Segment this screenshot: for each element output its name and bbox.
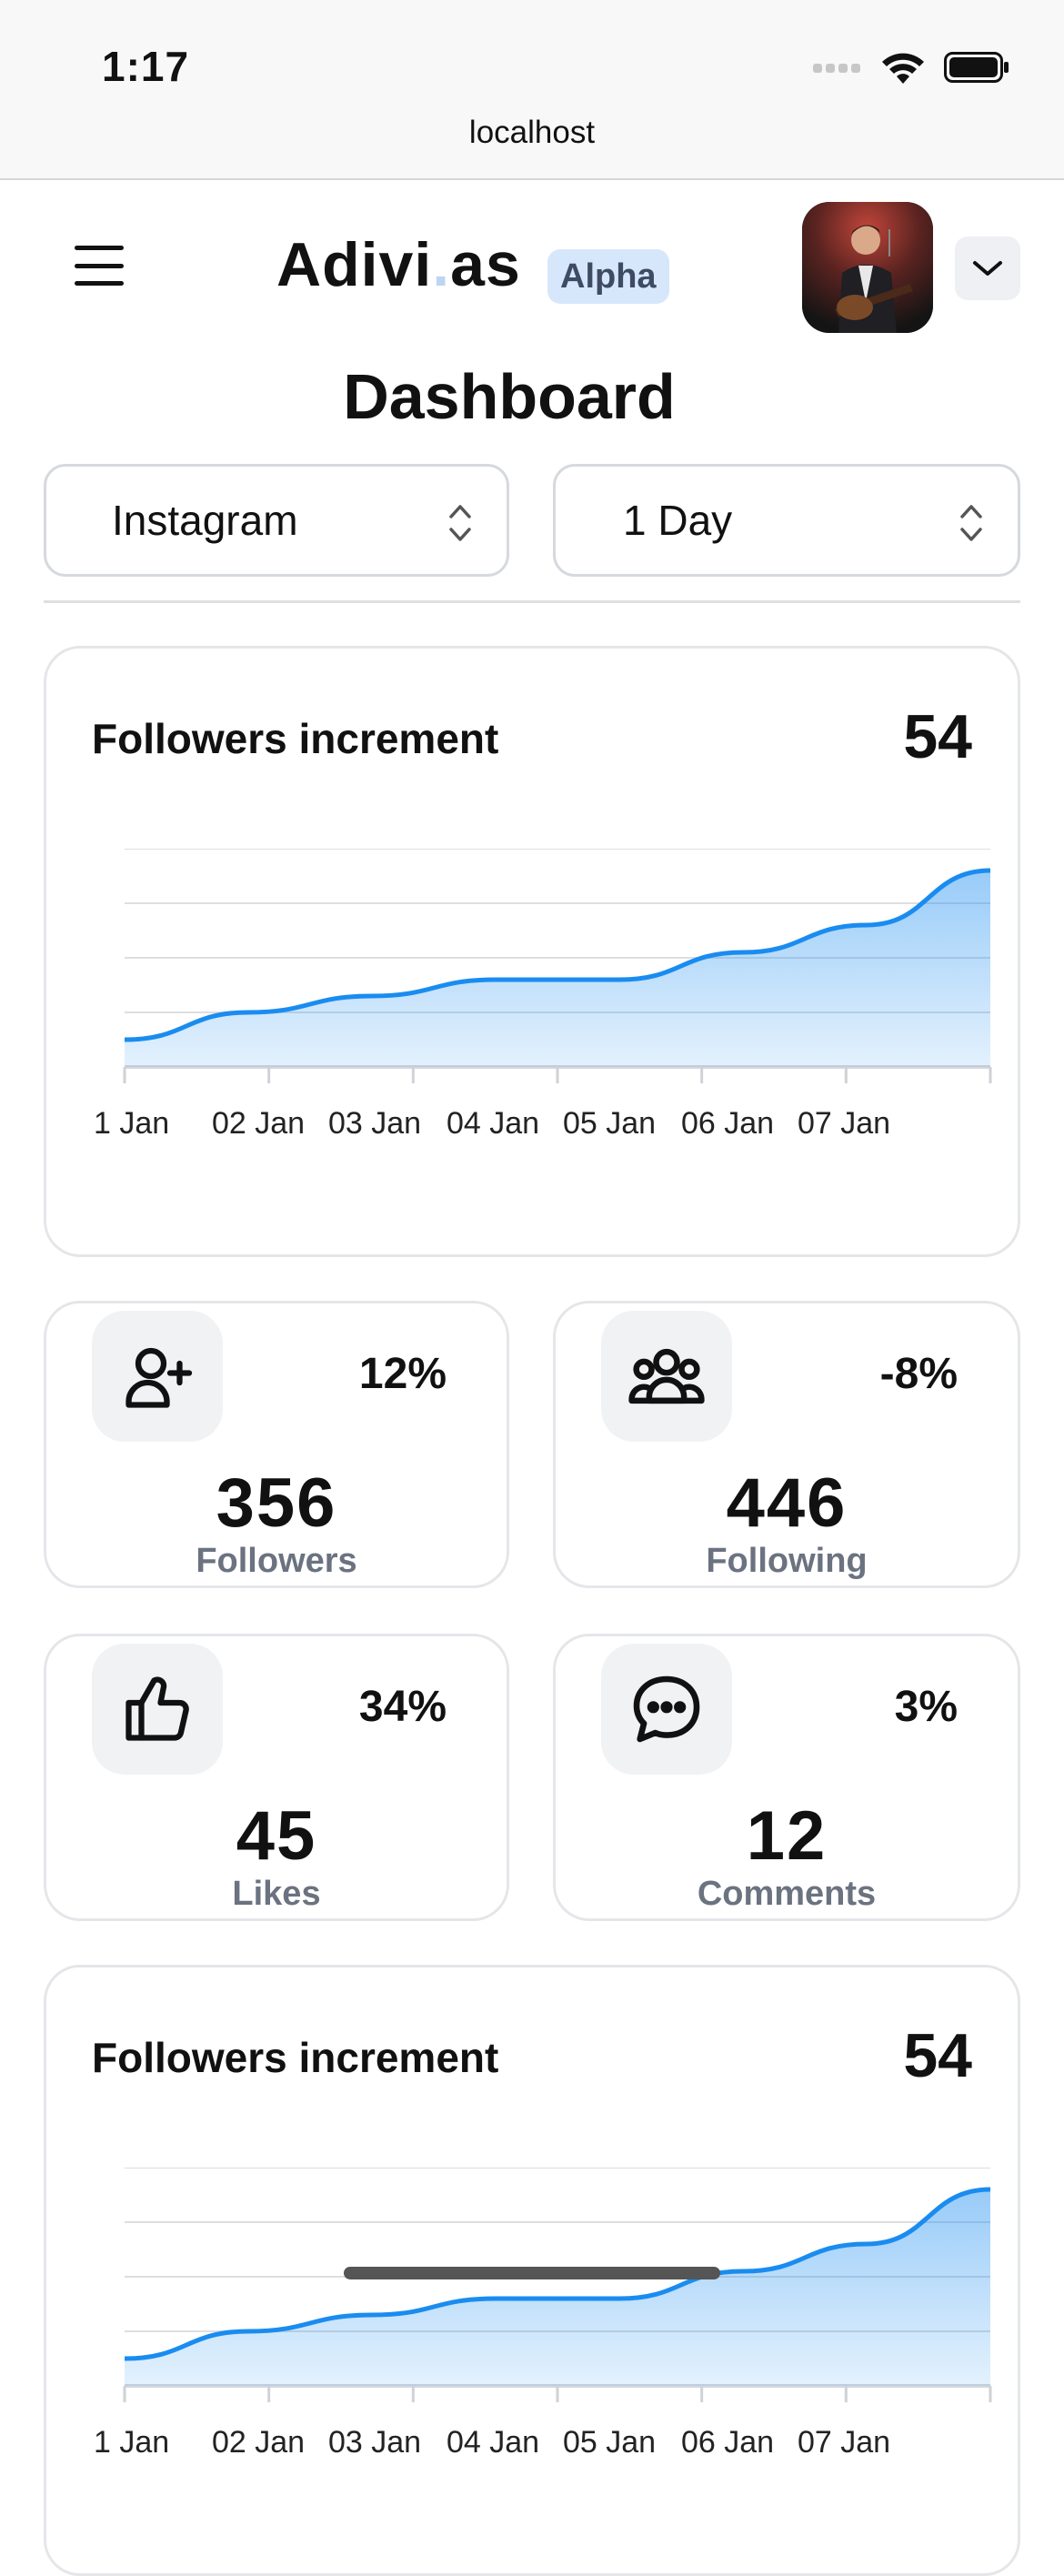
select-arrows-icon	[449, 505, 471, 541]
stat-value: 45	[236, 1797, 317, 1875]
stat-label: Followers	[196, 1542, 357, 1580]
range-select-value: 1 Day	[623, 497, 733, 544]
profile-menu-button[interactable]	[955, 236, 1020, 300]
brand-dot: .	[432, 230, 451, 299]
area-fill	[125, 870, 990, 1067]
stat-label: Comments	[697, 1875, 877, 1913]
stat-value: 356	[216, 1464, 337, 1542]
area-fill	[125, 2189, 990, 2386]
platform-select[interactable]: Instagram	[44, 464, 509, 577]
followers-chart: 1 Jan 02 Jan 03 Jan 04 Jan 05 Jan 06 Jan 07 Ja…	[94, 849, 992, 1141]
x-tick-label: 05 Jan	[563, 1106, 656, 1141]
wifi-icon	[882, 53, 924, 84]
page-title: Dashboard	[343, 361, 676, 432]
alpha-badge: Alpha	[547, 249, 669, 304]
stat-label: Likes	[232, 1875, 321, 1913]
select-arrows-icon	[960, 505, 982, 541]
chevron-down-icon	[973, 261, 1002, 276]
menu-icon[interactable]	[75, 246, 124, 286]
x-tick-label: 03 Jan	[328, 2425, 421, 2460]
users-icon	[601, 1311, 732, 1442]
x-tick-label: 04 Jan	[447, 2425, 539, 2460]
home-indicator	[344, 2267, 720, 2279]
chart-value: 54	[903, 702, 972, 771]
status-icons	[813, 49, 1009, 86]
stat-change: 12%	[358, 1350, 447, 1398]
x-tick-label: 06 Jan	[681, 2425, 774, 2460]
stat-card-comments: 3% 12 Comments	[553, 1634, 1020, 1921]
x-tick-label: 07 Jan	[798, 1106, 890, 1141]
stat-change: -8%	[879, 1350, 958, 1398]
platform-select-value: Instagram	[112, 497, 298, 544]
followers-chart-card: Followers increment 54 1 Jan 02 Jan 03 Jan…	[44, 646, 1020, 1257]
address-bar-url[interactable]: localhost	[0, 115, 1064, 151]
x-tick-label: 1 Jan	[94, 2425, 169, 2460]
avatar[interactable]	[802, 202, 933, 333]
chart-value: 54	[903, 2021, 972, 2090]
brand-logo[interactable]: Adivi.as	[276, 229, 521, 300]
x-tick-label: 07 Jan	[798, 2425, 890, 2460]
battery-icon	[944, 52, 1009, 83]
x-tick-label: 04 Jan	[447, 1106, 539, 1141]
followers-chart: 1 Jan 02 Jan 03 Jan 04 Jan 05 Jan 06 Jan 07 Ja…	[94, 2168, 992, 2460]
stat-card-followers: 12% 356 Followers	[44, 1301, 509, 1588]
x-tick-label: 06 Jan	[681, 1106, 774, 1141]
user-plus-icon	[92, 1311, 223, 1442]
brand-name-part1: Adivi	[276, 230, 433, 299]
stat-change: 3%	[894, 1683, 958, 1731]
x-tick-label: 03 Jan	[328, 1106, 421, 1141]
status-time: 1:17	[102, 43, 190, 90]
chart-title: Followers increment	[92, 2034, 499, 2081]
x-tick-label: 02 Jan	[212, 2425, 305, 2460]
chat-bubble-icon	[601, 1644, 732, 1775]
stat-card-likes: 34% 45 Likes	[44, 1634, 509, 1921]
stat-card-following: -8% 446 Following	[553, 1301, 1020, 1588]
stat-value: 12	[746, 1797, 828, 1875]
stat-label: Following	[706, 1542, 868, 1580]
stat-value: 446	[726, 1464, 848, 1542]
range-select[interactable]: 1 Day	[553, 464, 1020, 577]
x-tick-label: 02 Jan	[212, 1106, 305, 1141]
thumbs-up-icon	[92, 1644, 223, 1775]
signal-icon	[813, 64, 860, 73]
stat-change: 34%	[358, 1683, 447, 1731]
chart-title: Followers increment	[92, 715, 499, 762]
x-tick-label: 05 Jan	[563, 2425, 656, 2460]
filters-divider	[44, 600, 1020, 603]
brand-name-part2: as	[450, 230, 521, 299]
x-tick-label: 1 Jan	[94, 1106, 169, 1141]
browser-status-bar: 1:17 localhost	[0, 0, 1064, 180]
